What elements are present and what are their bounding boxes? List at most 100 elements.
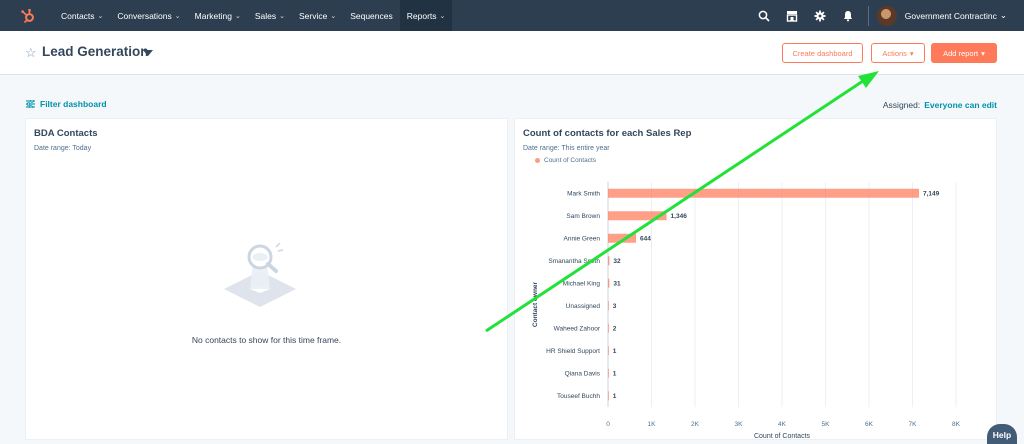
- chevron-down-icon: ⌄: [999, 10, 1007, 20]
- chevron-down-icon: ⌄: [279, 12, 285, 20]
- y-axis-title: Contact owner: [532, 281, 539, 327]
- sales-rep-report-card: Count of contacts for each Sales Rep Dat…: [514, 118, 997, 440]
- data-label: 1: [613, 348, 617, 355]
- chevron-down-icon: ⌄: [234, 12, 241, 20]
- account-name: Government Contractinc: [904, 10, 997, 21]
- data-label: 2: [613, 326, 617, 333]
- report-title[interactable]: Count of contacts for each Sales Rep: [523, 128, 691, 139]
- hubspot-logo-icon[interactable]: [20, 8, 36, 24]
- nav-item-label: Reports: [406, 10, 437, 21]
- nav-item-label: Marketing: [194, 10, 232, 21]
- help-button[interactable]: Help: [987, 424, 1017, 444]
- nav-item-sales[interactable]: Sales ⌄: [248, 0, 292, 31]
- category-label: Waheed Zahoor: [554, 326, 601, 333]
- nav-item-conversations[interactable]: Conversations ⌄: [110, 0, 187, 31]
- bar: [608, 211, 667, 221]
- filter-dashboard-link[interactable]: Filter dashboard: [26, 99, 107, 109]
- create-dashboard-label: Create dashboard: [792, 48, 853, 58]
- nav-item-service[interactable]: Service ⌄: [292, 0, 343, 31]
- notifications-icon[interactable]: [834, 0, 862, 31]
- category-label: Mark Smith: [567, 191, 600, 198]
- assigned-value-link[interactable]: Everyone can edit: [924, 100, 997, 110]
- bda-contacts-report-card: BDA Contacts Date range: Today No contac…: [25, 118, 508, 440]
- report-date-range: Date range: Today: [34, 145, 92, 152]
- category-label: Qiana Davis: [565, 371, 601, 378]
- dashboard-switcher-caret-icon[interactable]: [143, 50, 153, 56]
- marketplace-icon[interactable]: [778, 0, 806, 31]
- nav-item-label: Service: [298, 10, 328, 21]
- top-navigation: Contacts ⌄ Conversations ⌄ Marketing ⌄ Sales ⌄ S…: [0, 0, 1024, 31]
- caret-down-icon: ▾: [909, 48, 914, 58]
- help-label: Help: [992, 430, 1012, 440]
- category-label: Touseef Buchh: [557, 393, 600, 400]
- main-menu: Contacts ⌄ Conversations ⌄ Marketing ⌄ Sales ⌄ S…: [54, 0, 453, 31]
- data-label: 7,149: [923, 191, 940, 198]
- actions-label: Actions: [882, 48, 907, 58]
- bar: [608, 256, 610, 266]
- data-label: 1: [613, 393, 617, 400]
- x-tick-label: 0: [606, 421, 610, 428]
- dashboard-title[interactable]: Lead Generation: [42, 44, 149, 59]
- nav-item-label: Sequences: [350, 10, 393, 21]
- chevron-down-icon: ⌄: [174, 12, 181, 20]
- x-tick-label: 5K: [822, 421, 831, 428]
- bar: [608, 188, 919, 198]
- x-tick-label: 2K: [691, 421, 700, 428]
- x-tick-label: 4K: [778, 421, 787, 428]
- search-icon[interactable]: [750, 0, 778, 31]
- account-menu[interactable]: Government Contractinc ⌄: [905, 10, 1007, 21]
- add-report-label: Add report: [943, 48, 979, 58]
- avatar[interactable]: [876, 5, 897, 26]
- actions-button[interactable]: Actions ▾: [871, 43, 925, 63]
- bar: [608, 368, 609, 378]
- nav-item-label: Contacts: [61, 10, 95, 21]
- x-tick-label: 6K: [865, 421, 874, 428]
- assigned-info: Assigned: Everyone can edit: [883, 100, 997, 110]
- empty-state-message: No contacts to show for this time frame.: [191, 335, 342, 345]
- nav-divider: [867, 5, 869, 26]
- x-tick-label: 1K: [648, 421, 657, 428]
- data-label: 1: [613, 371, 617, 378]
- chevron-down-icon: ⌄: [439, 12, 446, 20]
- data-label: 644: [640, 236, 651, 243]
- category-label: Michael King: [563, 281, 601, 288]
- x-tick-label: 7K: [909, 421, 918, 428]
- contacts-by-owner-chart: 0 1K 2K 3K 4K 5K 6K 7K 8K Mark Smith 7,149 Sam Brow…: [532, 182, 961, 439]
- nav-item-reports[interactable]: Reports ⌄: [399, 0, 453, 31]
- favorite-star-icon[interactable]: ☆: [25, 45, 37, 61]
- add-report-button[interactable]: Add report ▾: [931, 43, 997, 63]
- nav-item-contacts[interactable]: Contacts ⌄: [54, 0, 110, 31]
- bar: [608, 346, 609, 356]
- nav-item-label: Sales: [254, 10, 277, 21]
- data-label: 3: [613, 303, 617, 310]
- filter-dashboard-label: Filter dashboard: [40, 99, 107, 109]
- assigned-label: Assigned:: [882, 100, 921, 110]
- nav-item-marketing[interactable]: Marketing ⌄: [188, 0, 248, 31]
- bar: [608, 278, 610, 288]
- category-label: Sam Brown: [566, 213, 600, 220]
- category-label: Unassigned: [566, 303, 601, 310]
- x-tick-label: 3K: [735, 421, 744, 428]
- data-label: 32: [613, 258, 621, 265]
- category-label: HR Shield Support: [546, 348, 600, 355]
- category-label: Annie Green: [564, 236, 601, 243]
- create-dashboard-button[interactable]: Create dashboard: [782, 43, 863, 63]
- caret-down-icon: ▾: [981, 48, 985, 58]
- bar: [608, 301, 609, 311]
- bar: [608, 323, 609, 333]
- data-label: 31: [613, 281, 621, 288]
- empty-state-magnifier-icon: [224, 242, 296, 307]
- chevron-down-icon: ⌄: [330, 12, 337, 20]
- x-axis-title: Count of Contacts: [754, 433, 811, 439]
- nav-item-sequences[interactable]: Sequences: [343, 0, 400, 31]
- data-label: 1,346: [671, 213, 688, 220]
- dashboard-header: ☆ Lead Generation Create dashboard Actio…: [0, 31, 1024, 75]
- chevron-down-icon: ⌄: [97, 12, 104, 20]
- bar: [608, 391, 609, 401]
- x-tick-label: 8K: [952, 421, 961, 428]
- report-title[interactable]: BDA Contacts: [34, 128, 98, 139]
- filter-icon: [26, 100, 35, 108]
- category-label: Smanantha Smith: [548, 258, 600, 265]
- nav-item-label: Conversations: [117, 10, 172, 21]
- settings-icon[interactable]: [806, 0, 834, 31]
